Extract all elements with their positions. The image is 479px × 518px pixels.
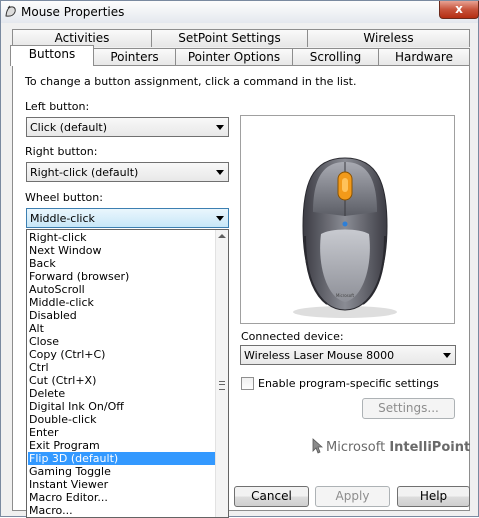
dropdown-option[interactable]: Cut (Ctrl+X) bbox=[28, 374, 216, 387]
left-button-value: Click (default) bbox=[30, 121, 107, 134]
dropdown-option[interactable]: Alt bbox=[28, 322, 216, 335]
intellipoint-logo-icon bbox=[312, 438, 324, 454]
close-button[interactable]: x bbox=[439, 1, 479, 19]
tab-pointers[interactable]: Pointers bbox=[93, 48, 176, 66]
connected-device-value: Wireless Laser Mouse 8000 bbox=[244, 349, 395, 362]
tab-setpoint-settings[interactable]: SetPoint Settings bbox=[151, 29, 308, 47]
dropdown-option[interactable]: Copy (Ctrl+C) bbox=[28, 348, 216, 361]
dropdown-option[interactable]: Next Window bbox=[28, 244, 216, 257]
settings-button[interactable]: Settings... bbox=[362, 398, 455, 419]
connected-device-label: Connected device: bbox=[241, 330, 344, 343]
tab-wireless[interactable]: Wireless bbox=[307, 29, 470, 47]
wheel-button-select[interactable]: Middle-click bbox=[26, 208, 229, 228]
dropdown-option[interactable]: Forward (browser) bbox=[28, 270, 216, 283]
tab-label: Buttons bbox=[28, 47, 76, 61]
device-image-frame: Microsoft bbox=[240, 115, 455, 324]
left-button-select[interactable]: Click (default) bbox=[26, 117, 229, 137]
program-specific-label: Enable program-specific settings bbox=[258, 377, 439, 390]
tab-scrolling[interactable]: Scrolling bbox=[292, 48, 379, 66]
dropdown-option[interactable]: Macro... bbox=[28, 504, 216, 517]
dropdown-option[interactable]: Gaming Toggle bbox=[28, 465, 216, 478]
dropdown-option[interactable]: Macro Editor... bbox=[28, 491, 216, 504]
settings-button-label: Settings... bbox=[378, 401, 439, 415]
left-button-label: Left button: bbox=[25, 100, 90, 113]
program-specific-checkbox[interactable] bbox=[241, 377, 254, 390]
mouse-properties-window: Mouse Properties x Activities SetPoint S… bbox=[0, 0, 479, 518]
dropdown-option[interactable]: Exit Program bbox=[28, 439, 216, 452]
dropdown-option[interactable]: Middle-click bbox=[28, 296, 216, 309]
dropdown-option[interactable]: Instant Viewer bbox=[28, 478, 216, 491]
wheel-button-value: Middle-click bbox=[30, 212, 95, 225]
dropdown-option[interactable]: Digital Ink On/Off bbox=[28, 400, 216, 413]
help-button-label: Help bbox=[419, 489, 448, 503]
dropdown-option[interactable]: Close bbox=[28, 335, 216, 348]
help-button[interactable]: Help bbox=[397, 486, 470, 507]
chevron-down-icon bbox=[443, 353, 451, 358]
tab-label: Hardware bbox=[395, 50, 453, 64]
close-icon: x bbox=[455, 2, 463, 16]
title-bar: Mouse Properties x bbox=[1, 1, 479, 23]
instructions-text: To change a button assignment, click a c… bbox=[25, 75, 357, 88]
tab-label: Wireless bbox=[363, 31, 414, 45]
mouse-app-icon bbox=[5, 5, 16, 17]
dropdown-option[interactable]: Ctrl bbox=[28, 361, 216, 374]
tab-label: Activities bbox=[54, 31, 110, 45]
intellipoint-brand: Microsoft IntelliPoint bbox=[311, 438, 470, 455]
brand-prefix: Microsoft bbox=[326, 440, 386, 455]
tab-label: SetPoint Settings bbox=[178, 31, 281, 45]
dropdown-option[interactable]: AutoScroll bbox=[28, 283, 216, 296]
tab-pointer-options[interactable]: Pointer Options bbox=[175, 48, 293, 66]
tab-label: Pointer Options bbox=[187, 50, 281, 64]
tab-label: Scrolling bbox=[309, 50, 362, 64]
cancel-button-label: Cancel bbox=[251, 489, 292, 503]
tab-label: Pointers bbox=[110, 50, 159, 64]
dropdown-option[interactable]: Disabled bbox=[28, 309, 216, 322]
dropdown-option[interactable]: Flip 3D (default) bbox=[28, 452, 216, 465]
dropdown-option[interactable]: Double-click bbox=[28, 413, 216, 426]
dropdown-option[interactable]: Right-click bbox=[28, 231, 216, 244]
dropdown-option[interactable]: Back bbox=[28, 257, 216, 270]
chevron-down-icon bbox=[216, 125, 224, 130]
chevron-down-icon bbox=[216, 216, 224, 221]
dropdown-option[interactable]: Delete bbox=[28, 387, 216, 400]
right-button-select[interactable]: Right-click (default) bbox=[26, 162, 229, 182]
tab-buttons[interactable]: Buttons bbox=[10, 45, 94, 66]
scroll-up-arrow-icon[interactable] bbox=[218, 234, 226, 238]
apply-button-label: Apply bbox=[335, 489, 370, 503]
scroll-thumb-grip-icon[interactable] bbox=[219, 381, 225, 390]
right-button-label: Right button: bbox=[25, 145, 98, 158]
apply-button[interactable]: Apply bbox=[315, 486, 390, 507]
cancel-button[interactable]: Cancel bbox=[234, 486, 309, 507]
dropdown-option[interactable]: Enter bbox=[28, 426, 216, 439]
brand-name: IntelliPoint bbox=[389, 440, 471, 455]
wheel-button-label: Wheel button: bbox=[25, 191, 103, 204]
dropdown-scrollbar[interactable] bbox=[215, 230, 228, 517]
tab-hardware[interactable]: Hardware bbox=[378, 48, 470, 66]
wheel-button-dropdown-list[interactable]: Right-click Next Window Back Forward (brows… bbox=[26, 229, 229, 518]
svg-text:Microsoft: Microsoft bbox=[336, 293, 355, 298]
mouse-illustration: Microsoft bbox=[293, 157, 397, 318]
connected-device-select[interactable]: Wireless Laser Mouse 8000 bbox=[240, 345, 456, 365]
right-button-value: Right-click (default) bbox=[30, 166, 139, 179]
chevron-down-icon bbox=[216, 170, 224, 175]
window-title: Mouse Properties bbox=[21, 5, 125, 19]
